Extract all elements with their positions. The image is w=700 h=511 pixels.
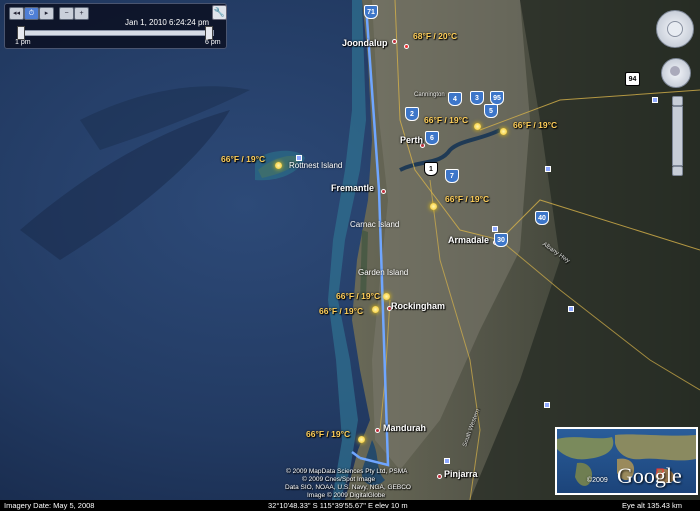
city-label-joondalup[interactable]: Joondalup <box>342 38 388 48</box>
overview-copyright: ©2009 <box>587 477 608 484</box>
road-shield[interactable]: 94 <box>625 72 640 86</box>
temperature-label[interactable]: 66°F / 19°C <box>336 291 380 301</box>
city-dot <box>381 189 386 194</box>
time-slider-end-handle[interactable] <box>205 26 214 40</box>
place-marker-icon[interactable] <box>652 97 658 103</box>
city-label-mandurah[interactable]: Mandurah <box>383 423 426 433</box>
road-shield[interactable]: 3 <box>470 91 484 105</box>
google-logo: Google <box>617 463 682 488</box>
sun-icon[interactable] <box>383 293 390 300</box>
skip-back-icon[interactable]: ◂◂ <box>9 7 24 20</box>
wrench-icon[interactable]: 🔧 <box>212 5 227 20</box>
time-slider-track[interactable] <box>19 30 214 36</box>
road-shield[interactable]: 1 <box>424 162 438 176</box>
road-shield[interactable]: 95 <box>490 91 504 105</box>
temperature-label[interactable]: 66°F / 19°C <box>513 120 557 130</box>
sun-icon[interactable] <box>372 306 379 313</box>
play-icon[interactable]: ▸ <box>39 7 54 20</box>
current-time: Jan 1, 2010 6:24:24 pm <box>125 18 210 27</box>
temperature-label[interactable]: 66°F / 19°C <box>221 154 265 164</box>
status-bar: Imagery Date: May 5, 2008 32°10'48.33" S… <box>0 500 700 511</box>
copyright-line: © 2009 Cnes/Spot Image <box>302 476 376 483</box>
city-label-pinjarra[interactable]: Pinjarra <box>444 469 478 479</box>
sun-icon[interactable] <box>474 123 481 130</box>
city-dot <box>437 474 442 479</box>
place-marker-icon[interactable] <box>544 402 550 408</box>
island-label-rottnest[interactable]: Rottnest Island <box>289 161 342 170</box>
temperature-label[interactable]: 66°F / 19°C <box>306 429 350 439</box>
road-shield[interactable]: 6 <box>425 131 439 145</box>
road-shield[interactable]: 2 <box>405 107 419 121</box>
move-hand-icon[interactable] <box>670 66 680 76</box>
zoom-slider[interactable] <box>672 106 683 166</box>
imagery-date: Imagery Date: May 5, 2008 <box>4 501 95 510</box>
copyright-line: © 2009 MapData Sciences Pty Ltd, PSMA <box>286 468 408 475</box>
city-dot <box>375 428 380 433</box>
eye-altitude: Eye alt 135.43 km <box>622 501 683 510</box>
eye-icon[interactable] <box>667 21 683 37</box>
city-label-armadale[interactable]: Armadale <box>448 235 489 245</box>
road-shield[interactable]: 40 <box>535 211 549 225</box>
overview-map[interactable]: ©2009 Google <box>555 427 698 495</box>
copyright-line: Image © 2009 DigitalGlobe <box>307 492 386 499</box>
temperature-label[interactable]: 66°F / 19°C <box>319 306 363 316</box>
city-label-fremantle[interactable]: Fremantle <box>331 183 374 193</box>
zoom-out-time-icon[interactable]: − <box>59 7 74 20</box>
zoom-in-time-icon[interactable]: + <box>74 7 89 20</box>
zoom-in-button[interactable] <box>672 96 683 106</box>
place-marker-icon[interactable] <box>296 155 302 161</box>
time-slider-start-handle[interactable] <box>17 26 25 40</box>
road-shield[interactable]: 4 <box>448 92 462 106</box>
range-end-label: 6 pm <box>205 39 221 46</box>
copyright-line: Data SIO, NOAA, U.S. Navy, NGA, GEBCO <box>285 484 411 491</box>
city-label-rockingham[interactable]: Rockingham <box>391 301 445 311</box>
range-start-label: 1 pm <box>15 39 31 46</box>
sun-icon[interactable] <box>430 203 437 210</box>
city-dot <box>392 39 397 44</box>
temperature-label[interactable]: 66°F / 19°C <box>424 115 468 125</box>
temperature-label[interactable]: 66°F / 19°C <box>445 194 489 204</box>
island-label-carnac[interactable]: Carnac Island <box>350 220 399 229</box>
city-label-perth[interactable]: Perth <box>400 135 423 145</box>
place-marker-icon[interactable] <box>545 166 551 172</box>
pin-icon[interactable] <box>404 44 409 49</box>
island-label-garden[interactable]: Garden Island <box>358 268 408 277</box>
temperature-label[interactable]: 68°F / 20°C <box>413 31 457 41</box>
time-slider-panel: ◂◂ ⏱ ▸ − + Jan 1, 2010 6:24:24 pm 1 pm 6… <box>4 3 227 49</box>
road-shield[interactable]: 5 <box>484 104 498 118</box>
road-label: Cannington <box>414 92 445 98</box>
road-shield[interactable]: 30 <box>494 233 508 247</box>
pointer-coordinates: 32°10'48.33" S 115°39'55.67" E elev 10 m <box>268 501 408 510</box>
sun-icon[interactable] <box>358 436 365 443</box>
zoom-out-button[interactable] <box>672 166 683 176</box>
sun-icon[interactable] <box>500 128 507 135</box>
sun-icon[interactable] <box>275 162 282 169</box>
road-shield[interactable]: 71 <box>364 5 378 19</box>
clock-icon[interactable]: ⏱ <box>24 7 39 20</box>
place-marker-icon[interactable] <box>492 226 498 232</box>
road-shield[interactable]: 7 <box>445 169 459 183</box>
place-marker-icon[interactable] <box>444 458 450 464</box>
place-marker-icon[interactable] <box>568 306 574 312</box>
